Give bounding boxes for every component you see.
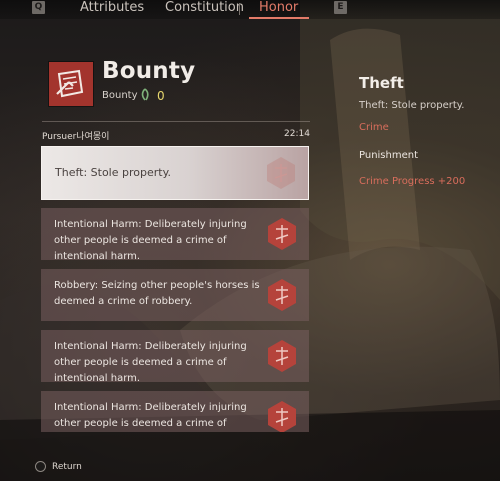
bounty-subtitle: Bounty [102,90,138,101]
detail-type: Crime [359,122,389,133]
tab-divider [239,3,240,15]
detail-description: Theft: Stole property. [359,100,465,111]
header-divider [42,121,310,122]
top-tab-bar: Q Attributes Constitution Honor E [0,0,500,19]
return-button[interactable]: Return [52,462,82,472]
wanted-seal-icon [268,401,296,432]
punishment-value: Crime Progress +200 [359,176,466,187]
tab-honor[interactable]: Honor [259,0,298,16]
detail-title: Theft [359,74,404,92]
crime-text: Intentional Harm: Deliberately injuring … [54,402,247,429]
bounty-title: Bounty [102,58,196,84]
crime-card-selected[interactable]: Theft: Stole property. [41,146,309,200]
pursuer-label: Pursuer나여몽이 [42,132,110,142]
crime-card[interactable]: Intentional Harm: Deliberately injuring … [41,391,309,432]
wanted-seal-icon [268,218,296,250]
tab-attributes[interactable]: Attributes [80,0,144,16]
crime-text: Robbery: Seizing other people's horses i… [54,280,260,307]
leaf-icon [141,88,149,101]
crime-card[interactable]: Robbery: Seizing other people's horses i… [41,269,309,321]
bounty-count: 0 [157,89,165,103]
crime-text: Intentional Harm: Deliberately injuring … [54,341,247,384]
crime-text: Theft: Stole property. [55,166,172,179]
crime-card[interactable]: Intentional Harm: Deliberately injuring … [41,208,309,262]
wanted-seal-icon [268,340,296,372]
prev-tab-key[interactable]: Q [32,1,45,14]
crime-list[interactable]: Theft: Stole property. Intentional Harm:… [41,146,312,432]
return-button-icon[interactable] [35,461,46,472]
crime-card[interactable]: Intentional Harm: Deliberately injuring … [41,330,309,384]
active-tab-underline [249,17,309,19]
pursuer-timer: 22:14 [284,129,310,139]
crime-text: Intentional Harm: Deliberately injuring … [54,219,247,262]
wanted-seal-icon [267,157,295,189]
broken-scroll-icon [49,62,93,106]
punishment-label: Punishment [359,150,419,161]
next-tab-key[interactable]: E [334,1,347,14]
wanted-seal-icon [268,279,296,311]
tab-constitution[interactable]: Constitution [165,0,244,16]
